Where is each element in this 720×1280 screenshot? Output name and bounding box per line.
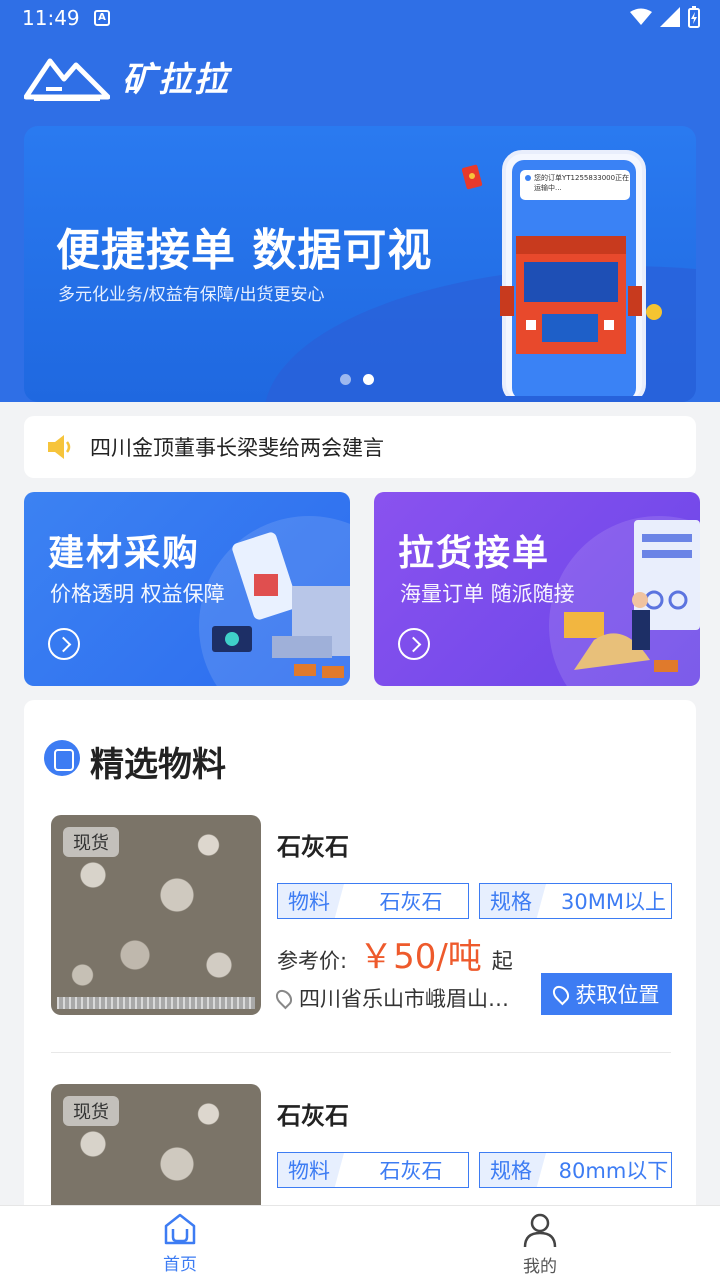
get-location-button[interactable]: 获取位置 — [541, 973, 672, 1015]
status-bar: 11:49 A — [0, 0, 720, 36]
svg-text:运输中...: 运输中... — [534, 183, 562, 192]
home-icon — [164, 1213, 196, 1245]
tag-value: 石灰石 — [379, 1159, 443, 1183]
brand-name: 矿拉拉 — [122, 60, 230, 100]
price-row: 参考价: ￥50/吨 起 — [277, 929, 513, 978]
stock-tag: 现货 — [63, 1096, 119, 1126]
battery-icon — [688, 6, 700, 28]
notification-icon: A — [94, 10, 110, 26]
banner-pagination — [340, 374, 374, 385]
card-title: 建材采购 — [48, 533, 201, 574]
tag-value: 80mm以下 — [558, 1159, 669, 1183]
tag-key: 规格 — [480, 884, 546, 918]
tab-mine[interactable]: 我的 — [360, 1206, 720, 1280]
price-label: 参考价: — [277, 949, 348, 973]
red-envelope-icon — [462, 164, 483, 190]
pagination-dot[interactable] — [340, 374, 351, 385]
location-text: 四川省乐山市峨眉山… — [299, 987, 509, 1011]
freight-orders-card[interactable]: 拉货接单 海量订单 随派随接 — [374, 492, 700, 686]
tab-home-label: 首页 — [163, 1255, 197, 1275]
product-image: 现货 — [51, 815, 261, 1015]
tag-key: 物料 — [278, 1153, 344, 1187]
svg-text:您的订单YT1255833000正在: 您的订单YT1255833000正在 — [534, 173, 629, 182]
phone-truck-illustration: 您的订单YT1255833000正在 运输中... — [500, 150, 662, 396]
product-name: 石灰石 — [277, 1102, 349, 1130]
card-title: 拉货接单 — [398, 533, 551, 574]
material-tag: 物料 石灰石 — [277, 883, 469, 919]
card-subtitle: 海量订单 随派随接 — [400, 582, 575, 606]
price-value: ￥50/吨 — [359, 937, 482, 977]
user-icon — [523, 1213, 557, 1248]
arrow-right-circle-icon[interactable] — [48, 628, 80, 660]
status-icons — [630, 6, 700, 28]
banner-title: 便捷接单 数据可视 — [56, 225, 433, 276]
mountain-logo-icon — [24, 58, 110, 101]
tab-mine-label: 我的 — [523, 1257, 557, 1277]
spec-tag: 规格 30MM以上 — [479, 883, 672, 919]
bottom-tab-bar: 首页 我的 — [0, 1205, 720, 1280]
badge-icon — [44, 740, 80, 776]
pagination-dot-active[interactable] — [363, 374, 374, 385]
spec-tag: 规格 80mm以下 — [479, 1152, 672, 1188]
ruler-in-photo — [57, 997, 255, 1009]
tag-value: 30MM以上 — [561, 890, 666, 914]
banner-subtitle: 多元化业务/权益有保障/出货更安心 — [58, 285, 325, 305]
stock-tag: 现货 — [63, 827, 119, 857]
dashboard-illustration — [564, 520, 700, 672]
divider — [51, 1052, 671, 1053]
notice-text: 四川金顶董事长梁斐给两会建言 — [90, 436, 384, 460]
get-location-label: 获取位置 — [575, 983, 660, 1007]
status-time: 11:49 — [22, 6, 80, 30]
location-pin-icon — [272, 986, 296, 1010]
product-name: 石灰石 — [277, 833, 349, 861]
card-subtitle: 价格透明 权益保障 — [50, 582, 225, 606]
wifi-icon — [630, 8, 652, 25]
section-title: 精选物料 — [90, 745, 226, 785]
building-materials-card[interactable]: 建材采购 价格透明 权益保障 — [24, 492, 350, 686]
tag-key: 规格 — [480, 1153, 546, 1187]
promo-banner[interactable]: 您的订单YT1255833000正在 运输中... 便捷接单 数据可视 多元化业… — [24, 126, 696, 402]
app-logo: 矿拉拉 — [24, 52, 230, 101]
product-card[interactable]: 现货 石灰石 物料 石灰石 规格 80mm以下 — [51, 1084, 672, 1220]
product-image: 现货 — [51, 1084, 261, 1220]
signal-icon — [660, 7, 680, 27]
product-card[interactable]: 现货 石灰石 物料 石灰石 规格 30MM以上 参考价: ￥50/吨 起 四川省… — [51, 815, 672, 1015]
location-row: 四川省乐山市峨眉山… — [272, 983, 509, 1013]
location-pin-icon — [549, 982, 572, 1006]
featured-materials-section: 精选物料 现货 石灰石 物料 石灰石 规格 30MM以上 参考价: ￥50/吨 … — [24, 700, 696, 1220]
price-suffix: 起 — [491, 949, 513, 973]
arrow-right-circle-icon[interactable] — [398, 628, 430, 660]
material-tag: 物料 石灰石 — [277, 1152, 469, 1188]
tag-key: 物料 — [278, 884, 344, 918]
notice-bar[interactable]: 四川金顶董事长梁斐给两会建言 — [24, 416, 696, 478]
tab-home[interactable]: 首页 — [0, 1206, 360, 1280]
speaker-icon — [48, 435, 71, 459]
tag-value: 石灰石 — [379, 890, 443, 914]
